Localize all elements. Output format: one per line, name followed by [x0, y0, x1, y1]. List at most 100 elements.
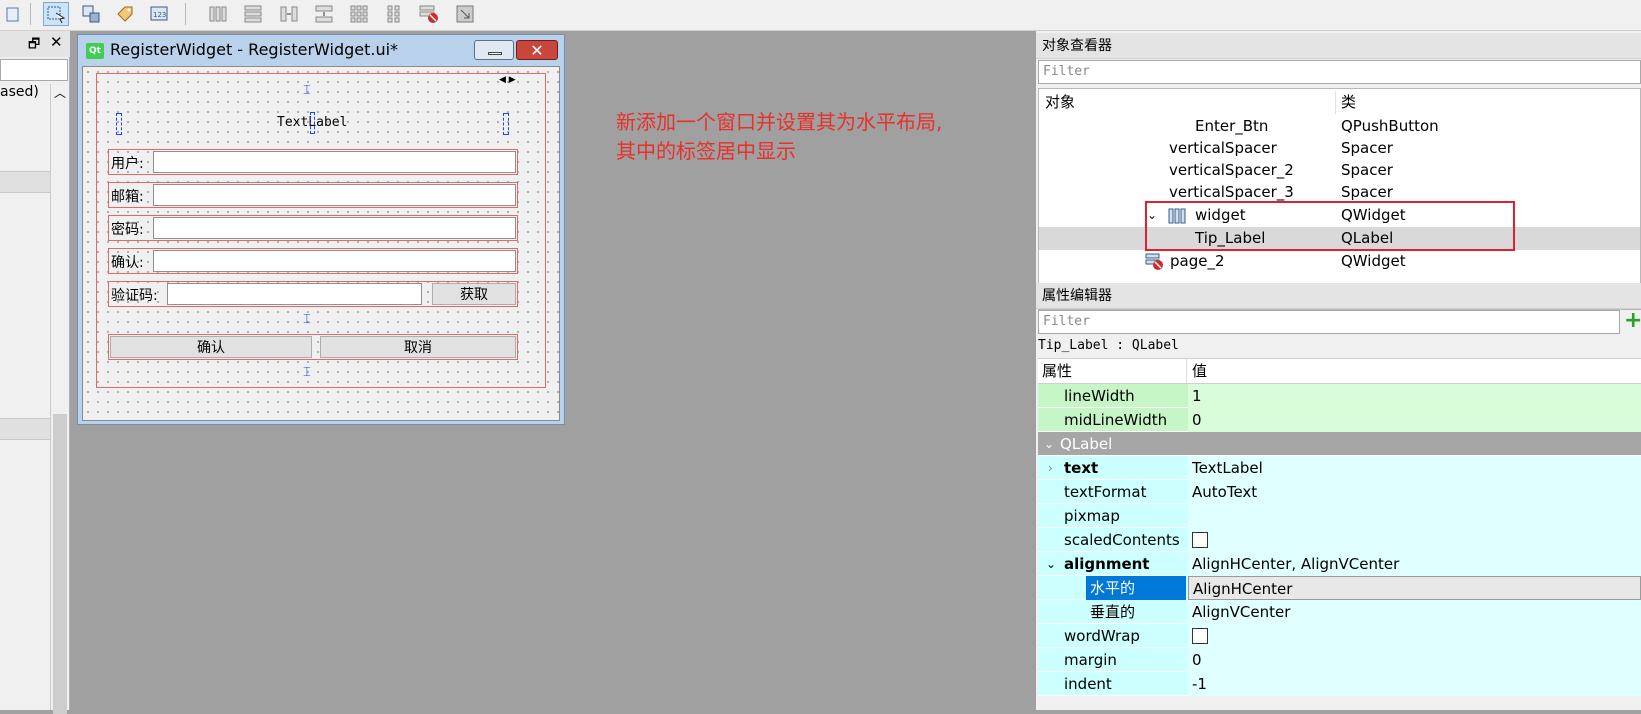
tree-object-class: QWidget [1341, 252, 1406, 270]
confirm-input[interactable] [153, 250, 516, 272]
tree-object-name: verticalSpacer_2 [1169, 161, 1294, 179]
property-name: 垂直的 [1090, 603, 1136, 621]
object-inspector-title: 对象查看器 [1036, 33, 1641, 59]
edit-tab-order-icon[interactable]: 123 [147, 2, 173, 26]
category-header[interactable] [0, 171, 50, 193]
tree-row[interactable]: verticalSpacer_2 Spacer [1039, 159, 1640, 182]
property-value[interactable]: AlignVCenter [1188, 600, 1641, 624]
property-row[interactable]: wordWrap [1038, 624, 1641, 648]
property-row[interactable]: lineWidth 1 [1038, 384, 1641, 408]
dock-header: 🗗 ✕ [0, 31, 70, 57]
property-value[interactable]: 0 [1188, 648, 1641, 672]
word-wrap-checkbox[interactable] [1192, 627, 1208, 644]
form-title: RegisterWidget - RegisterWidget.ui* [110, 40, 399, 59]
property-row[interactable]: margin 0 [1038, 648, 1641, 672]
property-value-cell[interactable] [1188, 528, 1641, 552]
get-captcha-button[interactable]: 获取 [432, 283, 516, 305]
form-canvas[interactable]: ◀ ▶ ⌶ TextLabel 用户: 邮箱: 密码: 确认: 验证码: 获取 … [82, 66, 560, 421]
property-row[interactable]: indent -1 [1038, 672, 1641, 696]
property-object-caption: Tip_Label : QLabel [1038, 338, 1179, 353]
layout-grid-icon[interactable] [346, 2, 372, 26]
property-value[interactable] [1188, 504, 1641, 528]
resize-handle-right[interactable] [503, 113, 509, 135]
property-value[interactable]: AutoText [1188, 480, 1641, 504]
layout-horizontal-splitter-icon[interactable] [276, 2, 302, 26]
column-class: 类 [1341, 93, 1357, 111]
adjust-size-icon[interactable] [452, 2, 478, 26]
close-button[interactable]: ✕ [516, 40, 558, 60]
property-value[interactable]: 1 [1188, 384, 1641, 408]
tree-header: 对象 类 [1039, 91, 1640, 114]
property-row[interactable]: 垂直的 AlignVCenter [1038, 600, 1641, 624]
category-header[interactable] [0, 418, 50, 440]
break-layout-icon[interactable] [416, 2, 442, 26]
scrollbar-thumb[interactable] [53, 414, 67, 714]
layout-form-icon[interactable] [381, 2, 407, 26]
property-value[interactable]: TextLabel [1188, 456, 1641, 480]
property-filter-input[interactable]: Filter [1038, 310, 1620, 334]
confirm-button[interactable]: 确认 [110, 336, 312, 358]
widget-box-dock: 🗗 ✕ ased) ︿ [0, 31, 70, 714]
property-name-cell: scaledContents [1038, 528, 1186, 552]
tree-object-class: Spacer [1341, 139, 1393, 157]
object-filter-input[interactable]: Filter [1038, 60, 1641, 84]
tree-row[interactable]: verticalSpacer Spacer [1039, 137, 1640, 160]
float-icon[interactable]: 🗗 [28, 35, 40, 57]
chevron-down-icon[interactable]: ⌄ [1044, 432, 1054, 456]
column-value: 值 [1192, 362, 1208, 380]
property-value[interactable]: AlignHCenter [1188, 576, 1641, 600]
property-value[interactable]: AlignHCenter, AlignVCenter [1188, 552, 1641, 576]
property-name-cell: margin [1038, 648, 1186, 672]
property-value[interactable]: 0 [1188, 408, 1641, 432]
property-value[interactable]: -1 [1188, 672, 1641, 696]
layout-vertical-splitter-icon[interactable] [311, 2, 337, 26]
layout-icon[interactable] [0, 2, 26, 26]
cancel-button[interactable]: 取消 [320, 336, 516, 358]
captcha-input[interactable] [167, 283, 422, 305]
scaled-contents-checkbox[interactable] [1192, 531, 1208, 548]
tree-row[interactable]: page_2 QWidget [1039, 250, 1640, 273]
property-name-cell: 垂直的 [1038, 600, 1186, 624]
form-window[interactable]: Qt RegisterWidget - RegisterWidget.ui* ✕… [77, 34, 565, 425]
annotation-text: 新添加一个窗口并设置其为水平布局, 其中的标签居中显示 [616, 108, 1006, 166]
chevron-down-icon[interactable]: ⌄ [1046, 552, 1056, 576]
annotation-line-2: 其中的标签居中显示 [616, 139, 796, 163]
widget-filter-input[interactable] [0, 59, 68, 81]
property-row[interactable]: pixmap [1038, 504, 1641, 528]
resize-handle-left[interactable] [116, 113, 122, 135]
vertical-spacer-icon[interactable]: ⌶ [303, 366, 311, 380]
form-titlebar[interactable]: Qt RegisterWidget - RegisterWidget.ui* ✕ [78, 35, 564, 65]
email-input[interactable] [153, 184, 516, 206]
minimize-icon [488, 52, 502, 55]
property-row[interactable]: › text TextLabel [1038, 456, 1641, 480]
toolbar-separator [185, 3, 186, 25]
edit-buddies-icon[interactable] [112, 2, 138, 26]
layout-nav-arrows-icon[interactable]: ◀ ▶ [499, 75, 516, 85]
resize-handle-center[interactable] [310, 112, 315, 134]
property-value-cell[interactable] [1188, 624, 1641, 648]
layout-vertical-icon[interactable] [240, 2, 266, 26]
property-row-selected[interactable]: 水平的 AlignHCenter [1038, 576, 1641, 600]
layout-horizontal-icon[interactable] [205, 2, 231, 26]
password-input[interactable] [153, 217, 516, 239]
add-property-icon[interactable]: + [1624, 310, 1641, 334]
property-group-qlabel[interactable]: ⌄ QLabel [1038, 432, 1641, 456]
vertical-spacer-icon[interactable]: ⌶ [303, 84, 311, 98]
scrollbar[interactable]: ︿ [50, 84, 68, 714]
vertical-spacer-icon[interactable]: ⌶ [303, 313, 311, 327]
property-row[interactable]: scaledContents [1038, 528, 1641, 552]
property-name-cell: pixmap [1038, 504, 1186, 528]
property-name: wordWrap [1064, 627, 1140, 645]
scroll-up-icon[interactable]: ︿ [54, 84, 66, 101]
user-input[interactable] [153, 151, 516, 173]
property-row[interactable]: ⌄ alignment AlignHCenter, AlignVCenter [1038, 552, 1641, 576]
property-row[interactable]: textFormat AutoText [1038, 480, 1641, 504]
edit-widgets-icon[interactable] [43, 2, 69, 26]
property-name-cell: › text [1038, 456, 1186, 480]
tree-row[interactable]: Enter_Btn QPushButton [1039, 115, 1640, 138]
edit-signals-slots-icon[interactable] [78, 2, 104, 26]
property-row[interactable]: midLineWidth 0 [1038, 408, 1641, 432]
close-icon[interactable]: ✕ [50, 33, 63, 51]
minimize-button[interactable] [474, 40, 514, 60]
chevron-right-icon[interactable]: › [1048, 456, 1053, 480]
